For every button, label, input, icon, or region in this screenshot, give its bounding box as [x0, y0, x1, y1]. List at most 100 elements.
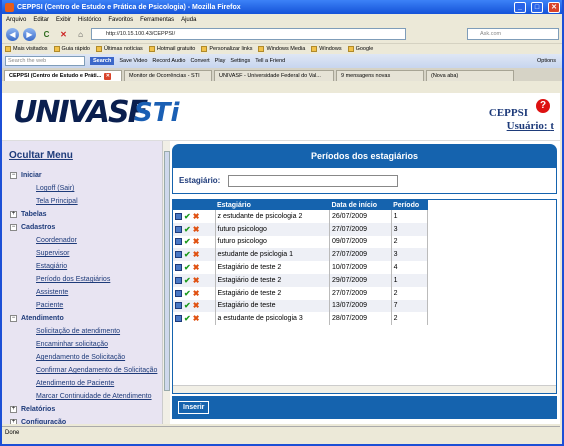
menu-item-3[interactable]: Histórico [78, 17, 101, 23]
bookmark-item[interactable]: Últimas notícias [95, 46, 143, 52]
table-row[interactable]: ✔ ✖ Estagiário de teste 2 10/07/2009 4 [173, 261, 429, 274]
delete-icon[interactable]: ✖ [193, 276, 200, 285]
minimize-button[interactable]: _ [514, 1, 526, 13]
view-icon[interactable] [175, 315, 182, 323]
expand-collapse-icon[interactable]: − [10, 224, 17, 231]
edit-check-icon[interactable]: ✔ [184, 212, 191, 221]
sidebar-section[interactable]: − Iniciar [2, 169, 166, 182]
toolbar-item[interactable]: Save Video [119, 58, 147, 64]
toolbar-search-button[interactable]: Search [90, 57, 115, 65]
edit-check-icon[interactable]: ✔ [184, 289, 191, 298]
forward-icon[interactable]: ▶ [23, 27, 36, 41]
view-icon[interactable] [175, 276, 182, 284]
sidebar-link[interactable]: Confirmar Agendamento de Solicitação [2, 364, 166, 377]
table-row[interactable]: ✔ ✖ futuro psicologo 27/07/2009 3 [173, 222, 429, 236]
menu-item-4[interactable]: Favoritos [108, 17, 133, 23]
browser-tab[interactable]: 9 mensagens novas [336, 70, 424, 81]
delete-icon[interactable]: ✖ [193, 212, 200, 221]
expand-collapse-icon[interactable]: − [10, 172, 17, 179]
sidebar-link[interactable]: Marcar Continuidade de Atendimento [2, 390, 166, 403]
sidebar-link[interactable]: Coordenador [2, 234, 166, 247]
options-button[interactable]: Options [537, 58, 556, 64]
browser-tab[interactable]: (Nova aba) [426, 70, 514, 81]
toolbar-item[interactable]: Settings [230, 58, 250, 64]
view-icon[interactable] [175, 225, 182, 233]
menu-item-6[interactable]: Ajuda [181, 17, 196, 23]
delete-icon[interactable]: ✖ [193, 225, 200, 234]
toolbar-item[interactable]: Record Audio [152, 58, 185, 64]
reload-icon[interactable]: C [40, 28, 53, 41]
menu-item-5[interactable]: Ferramentas [140, 17, 174, 23]
expand-collapse-icon[interactable]: + [10, 211, 17, 218]
edit-check-icon[interactable]: ✔ [184, 237, 191, 246]
table-row[interactable]: ✔ ✖ Estagiário de teste 2 27/07/2009 2 [173, 286, 429, 300]
view-icon[interactable] [175, 212, 182, 220]
view-icon[interactable] [175, 264, 182, 272]
bookmark-item[interactable]: Guia rápido [53, 46, 90, 52]
edit-check-icon[interactable]: ✔ [184, 250, 191, 259]
close-button[interactable]: ✕ [548, 1, 560, 13]
edit-check-icon[interactable]: ✔ [184, 263, 191, 272]
delete-icon[interactable]: ✖ [193, 263, 200, 272]
insert-button[interactable]: Inserir [178, 401, 210, 414]
view-icon[interactable] [175, 289, 182, 297]
table-row[interactable]: ✔ ✖ a estudante de psicologia 3 28/07/2009 2 [173, 312, 429, 326]
sidebar-link[interactable]: Período dos Estagiários [2, 273, 166, 286]
sidebar-section[interactable]: + Configuração [2, 416, 166, 424]
expand-collapse-icon[interactable]: + [10, 406, 17, 413]
sidebar-link[interactable]: Assistente [2, 286, 166, 299]
bookmark-item[interactable]: Hotmail gratuito [148, 46, 195, 52]
toolbar-item[interactable]: Convert [190, 58, 209, 64]
sidebar-scrollbar[interactable] [162, 141, 170, 424]
expand-collapse-icon[interactable]: + [10, 419, 17, 424]
delete-icon[interactable]: ✖ [193, 250, 200, 259]
browser-tab[interactable]: CEPPSI (Centro de Estudo e Práti... ✕ [4, 70, 122, 81]
search-box[interactable]: Ask.com [467, 28, 559, 40]
home-icon[interactable]: ⌂ [74, 28, 87, 41]
back-icon[interactable]: ◀ [6, 27, 19, 41]
edit-check-icon[interactable]: ✔ [184, 301, 191, 310]
view-icon[interactable] [175, 251, 182, 259]
stop-icon[interactable]: ✕ [57, 28, 70, 41]
browser-tab[interactable]: Monitor de Ocorrências - STI [124, 70, 212, 81]
sidebar-link[interactable]: Supervisor [2, 247, 166, 260]
sidebar-scroll-thumb[interactable] [164, 151, 170, 391]
table-row[interactable]: ✔ ✖ futuro psicologo 09/07/2009 2 [173, 235, 429, 249]
toolbar-item[interactable]: Play [215, 58, 226, 64]
bookmark-item[interactable]: Google [347, 46, 373, 52]
bookmark-item[interactable]: Mais visitados [5, 46, 48, 52]
menu-item-0[interactable]: Arquivo [6, 17, 26, 23]
sidebar-link[interactable]: Logoff (Sair) [2, 182, 166, 195]
table-row[interactable]: ✔ ✖ z estudante de psicologia 2 26/07/2009 1 [173, 210, 429, 223]
horizontal-scrollbar[interactable] [173, 385, 556, 393]
sidebar-section[interactable]: − Cadastros [2, 221, 166, 234]
maximize-button[interactable]: □ [531, 1, 543, 13]
toolbar-search-input[interactable]: Search the web [5, 56, 85, 66]
view-icon[interactable] [175, 302, 182, 310]
table-row[interactable]: ✔ ✖ Estagiário de teste 2 29/07/2009 1 [173, 273, 429, 287]
hide-menu-link[interactable]: Ocultar Menu [2, 141, 166, 169]
sidebar-link[interactable]: Agendamento de Solicitação [2, 351, 166, 364]
sidebar-link[interactable]: Paciente [2, 299, 166, 312]
menu-item-1[interactable]: Editar [33, 17, 49, 23]
url-bar[interactable]: http://10.15.100.43/CEPPSI/ [91, 28, 406, 40]
sidebar-section[interactable]: − Atendimento [2, 312, 166, 325]
browser-tab[interactable]: UNIVASF - Universidade Federal do Val... [214, 70, 334, 81]
sidebar-link[interactable]: Tela Principal [2, 195, 166, 208]
table-row[interactable]: ✔ ✖ Estagiário de teste 13/07/2009 7 [173, 299, 429, 313]
delete-icon[interactable]: ✖ [193, 289, 200, 298]
tab-close-icon[interactable]: ✕ [104, 72, 112, 80]
sidebar-link[interactable]: Atendimento de Paciente [2, 377, 166, 390]
delete-icon[interactable]: ✖ [193, 237, 200, 246]
bookmark-item[interactable]: Personalizar links [201, 46, 252, 52]
delete-icon[interactable]: ✖ [193, 301, 200, 310]
table-row[interactable]: ✔ ✖ estudante de psiclogia 1 27/07/2009 3 [173, 248, 429, 262]
sidebar-link[interactable]: Estagiário [2, 260, 166, 273]
edit-check-icon[interactable]: ✔ [184, 314, 191, 323]
sidebar-section[interactable]: + Relatórios [2, 403, 166, 416]
bookmark-item[interactable]: Windows Media [258, 46, 305, 52]
sidebar-link[interactable]: Encaminhar solicitação [2, 338, 166, 351]
bookmark-item[interactable]: Windows [311, 46, 342, 52]
estagiario-filter-input[interactable] [228, 174, 399, 187]
expand-collapse-icon[interactable]: − [10, 315, 17, 322]
